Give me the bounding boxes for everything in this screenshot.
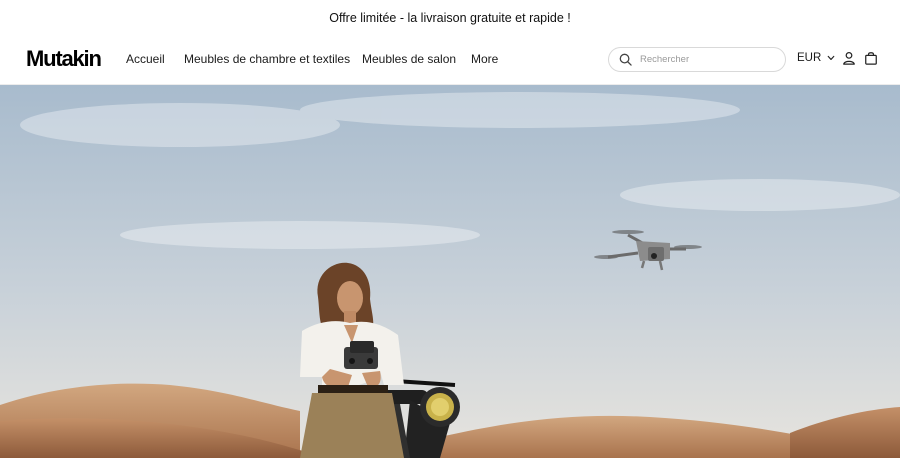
nav-item-accueil[interactable]: Accueil xyxy=(126,52,165,66)
nav-item-meubles-salon[interactable]: Meubles de salon xyxy=(362,52,456,66)
user-icon[interactable] xyxy=(842,51,856,65)
nav-item-more[interactable]: More xyxy=(471,52,498,66)
announcement-bar: Offre limitée - la livraison gratuite et… xyxy=(0,0,900,36)
hero-image xyxy=(0,85,900,458)
chevron-down-icon xyxy=(827,55,835,61)
search-box[interactable] xyxy=(608,47,786,72)
announcement-text: Offre limitée - la livraison gratuite et… xyxy=(329,11,571,25)
search-input[interactable] xyxy=(640,54,780,65)
logo[interactable]: Mutakin xyxy=(26,46,102,72)
shopping-bag-icon[interactable] xyxy=(864,51,878,65)
currency-selector[interactable]: EUR xyxy=(797,52,835,64)
nav-item-meubles-chambre-textiles[interactable]: Meubles de chambre et textiles xyxy=(184,52,350,66)
site-header: Mutakin Accueil Meubles de chambre et te… xyxy=(0,36,900,85)
search-icon xyxy=(619,53,632,66)
currency-label: EUR xyxy=(797,52,822,64)
